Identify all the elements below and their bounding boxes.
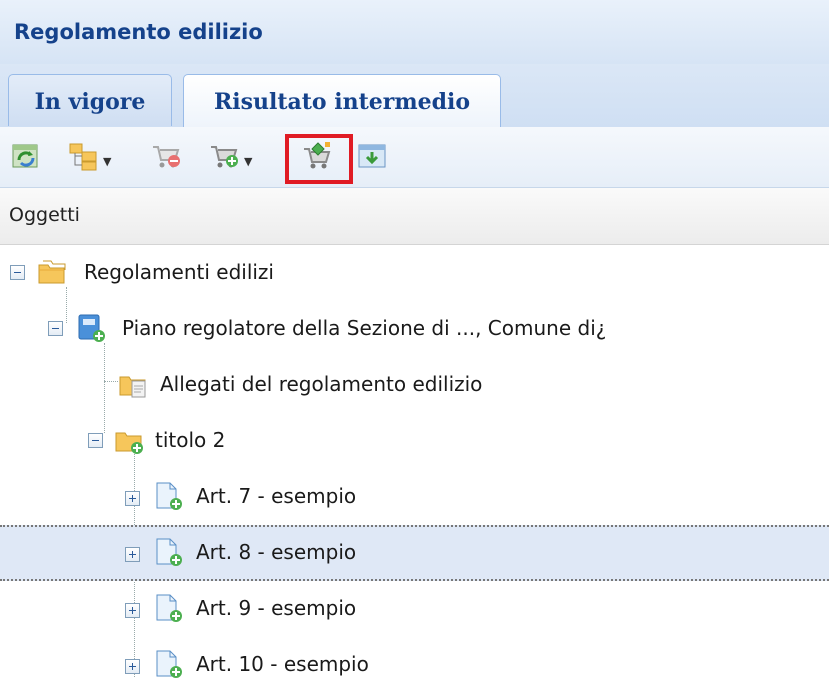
tree-node-piano-regolatore[interactable]: Piano regolatore della Sezione di ..., C… [0,301,829,357]
regolamento-panel: Regolamento edilizio In vigore Risultato… [0,0,829,678]
column-header-label: Oggetti [9,204,80,226]
download-icon[interactable] [356,140,388,172]
tab-in-vigore[interactable]: In vigore [8,74,172,126]
folder-doc-icon [119,376,146,398]
tree-node-art-9[interactable]: Art. 9 - esempio [0,581,829,637]
collapse-icon[interactable] [88,433,103,448]
panel-title: Regolamento edilizio [14,20,263,44]
folder-tree-icon[interactable] [68,140,100,172]
tree-node-titolo-2[interactable]: titolo 2 [0,413,829,469]
column-header[interactable]: Oggetti [0,188,829,245]
collapse-icon[interactable] [48,321,63,336]
tree-node-label: Art. 8 - esempio [196,540,357,564]
folders-icon [38,260,66,284]
expand-icon[interactable] [125,491,140,506]
tree-node-art-8[interactable]: Art. 8 - esempio [0,525,829,581]
chevron-down-icon[interactable]: ▼ [244,155,252,168]
page-add-icon [156,538,182,566]
tree-node-label: Allegati del regolamento edilizio [160,372,483,396]
folder-add-icon [115,432,143,454]
tree-node-label: Art. 9 - esempio [196,596,357,620]
objects-tree: Regolamenti edilizi Piano regolatore del… [0,245,829,678]
page-add-icon [156,594,182,622]
cart-remove-icon[interactable] [150,140,182,172]
panel-header: Regolamento edilizio [0,0,829,65]
collapse-icon[interactable] [10,265,25,280]
tab-strip: In vigore Risultato intermedio [0,64,829,128]
tree-node-art-10[interactable]: Art. 10 - esempio [0,637,829,693]
refresh-icon[interactable] [10,140,42,172]
tree-node-regolamenti-edilizi[interactable]: Regolamenti edilizi [0,245,829,301]
tab-risultato-intermedio[interactable]: Risultato intermedio [183,74,501,128]
tree-node-label: titolo 2 [155,428,226,452]
toolbar: ▼ ▼ [0,127,829,188]
document-add-icon [78,314,105,342]
tree-node-label: Piano regolatore della Sezione di ..., C… [122,316,607,340]
tree-node-label: Art. 10 - esempio [196,652,369,676]
page-add-icon [156,650,182,678]
cart-add-icon[interactable] [208,140,240,172]
expand-icon[interactable] [125,603,140,618]
highlight-box [285,134,353,184]
tree-node-allegati[interactable]: Allegati del regolamento edilizio [0,357,829,413]
expand-icon[interactable] [125,547,140,562]
page-add-icon [156,482,182,510]
tree-node-art-7[interactable]: Art. 7 - esempio [0,469,829,525]
chevron-down-icon[interactable]: ▼ [103,155,111,168]
expand-icon[interactable] [125,659,140,674]
tree-node-label: Art. 7 - esempio [196,484,357,508]
tree-node-label: Regolamenti edilizi [84,260,274,284]
